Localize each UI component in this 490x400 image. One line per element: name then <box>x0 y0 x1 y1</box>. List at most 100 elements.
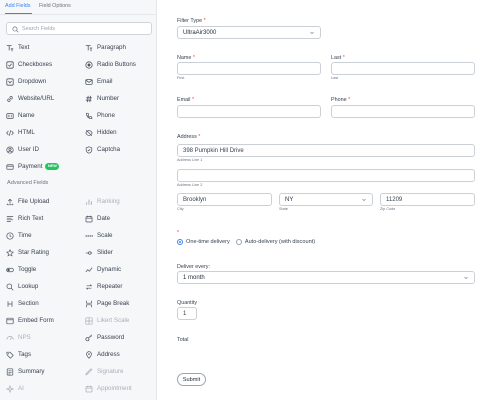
field-text[interactable]: Text <box>6 42 78 53</box>
radio-selected-indicator <box>177 239 183 245</box>
quantity-input[interactable]: 1 <box>177 307 197 320</box>
deliver-every-label: Deliver every: <box>177 264 210 270</box>
field-label: Radio Buttons <box>97 61 136 68</box>
text-icon <box>6 44 14 52</box>
field-appointment[interactable]: Appointment <box>85 383 157 394</box>
deliver-every-select[interactable]: 1 month <box>177 271 475 284</box>
field-captcha[interactable]: Captcha <box>85 144 157 155</box>
field-ranking[interactable]: Ranking <box>85 196 157 207</box>
field-tags[interactable]: Tags <box>6 349 78 360</box>
field-signature[interactable]: Signature <box>85 366 157 377</box>
city-input[interactable]: Brooklyn <box>177 193 272 206</box>
field-dropdown[interactable]: Dropdown <box>6 76 78 87</box>
radio-indicator <box>235 239 242 245</box>
radio-icon <box>85 60 93 69</box>
checkbox-icon <box>6 60 14 69</box>
field-label: Hidden <box>97 129 117 136</box>
field-embed-form[interactable]: Embed Form <box>6 315 78 326</box>
field-slider[interactable]: Slider <box>85 247 157 258</box>
nps-icon <box>6 334 14 342</box>
field-address[interactable]: Address <box>85 349 157 360</box>
filter-type-label: Filter Type * <box>177 18 206 24</box>
tab-add-fields[interactable]: Add Fields <box>5 3 30 9</box>
quantity-label: Quantity <box>177 300 198 306</box>
field-section[interactable]: Section <box>6 298 78 309</box>
field-label: Slider <box>97 249 113 256</box>
filter-type-select[interactable]: UltraAir3000 <box>177 26 321 39</box>
field-html[interactable]: HTML <box>6 127 78 138</box>
phone-icon <box>85 112 93 120</box>
field-rich-text[interactable]: Rich Text <box>6 213 78 224</box>
field-payment[interactable]: Payment NEW <box>6 161 78 172</box>
toggle-icon <box>6 266 14 274</box>
field-phone[interactable]: Phone <box>85 110 157 121</box>
field-hidden[interactable]: Hidden <box>85 127 157 138</box>
field-radio-buttons[interactable]: Radio Buttons <box>85 59 157 70</box>
field-checkboxes[interactable]: Checkboxes <box>6 59 78 70</box>
field-date[interactable]: Date <box>85 213 157 224</box>
new-badge: NEW <box>45 163 60 170</box>
address-label: Address * <box>177 134 201 140</box>
field-search <box>6 22 152 35</box>
address-line2-input[interactable] <box>177 169 475 182</box>
field-repeater[interactable]: Repeater <box>85 281 157 292</box>
field-summary[interactable]: Summary <box>6 366 78 377</box>
chevron-down-icon <box>464 276 468 279</box>
field-toggle[interactable]: Toggle <box>6 264 78 275</box>
address-line1-input[interactable]: 398 Pumpkin Hill Drive <box>177 144 475 157</box>
field-nps[interactable]: NPS <box>6 332 78 343</box>
field-lookup[interactable]: Lookup <box>6 281 78 292</box>
field-label: Rich Text <box>18 215 44 222</box>
delivery-required-mark: * <box>177 230 180 236</box>
field-label: HTML <box>18 129 35 136</box>
state-select[interactable]: NY <box>279 193 373 206</box>
ai-icon <box>6 384 14 393</box>
field-scale[interactable]: Scale <box>85 230 157 241</box>
submit-button[interactable]: Submit <box>177 373 206 386</box>
last-name-input[interactable] <box>331 62 475 75</box>
field-label: Phone <box>97 112 115 119</box>
field-label: Toggle <box>18 266 37 273</box>
clock-icon <box>6 231 14 240</box>
field-website-url[interactable]: Website/URL <box>6 93 78 104</box>
field-paragraph[interactable]: Paragraph <box>85 42 157 53</box>
field-label: Star Rating <box>18 249 49 256</box>
first-name-input[interactable] <box>177 62 321 75</box>
field-label: Website/URL <box>18 95 55 102</box>
field-number[interactable]: Number <box>85 93 157 104</box>
repeater-icon <box>85 283 93 291</box>
city-sublabel: City <box>177 207 184 211</box>
field-password[interactable]: Password <box>85 332 157 343</box>
paragraph-icon <box>85 44 93 52</box>
appointment-icon <box>85 385 93 393</box>
email-icon <box>85 78 93 86</box>
field-likert-scale[interactable]: Likert Scale <box>85 315 157 326</box>
field-page-break[interactable]: Page Break <box>85 298 157 309</box>
field-dynamic[interactable]: Dynamic <box>85 264 157 275</box>
active-tab-indicator <box>5 13 32 15</box>
radio-auto-delivery[interactable]: Auto-delivery (with discount) <box>235 239 315 245</box>
field-label: Address <box>97 351 120 358</box>
field-label: Repeater <box>97 283 123 290</box>
email-input[interactable] <box>177 105 321 118</box>
radio-one-time-delivery[interactable]: One-time delivery <box>177 239 230 245</box>
field-star-rating[interactable]: Star Rating <box>6 247 78 258</box>
search-icon <box>12 25 19 33</box>
search-input[interactable] <box>22 24 148 34</box>
field-label: Section <box>18 300 39 307</box>
field-file-upload[interactable]: File Upload <box>6 196 78 207</box>
tag-icon <box>6 351 14 359</box>
field-user-id[interactable]: User ID <box>6 144 78 155</box>
zip-input[interactable]: 11209 <box>380 193 475 206</box>
field-ai[interactable]: AI <box>6 383 78 394</box>
field-time[interactable]: Time <box>6 230 78 241</box>
field-label: Captcha <box>97 146 121 153</box>
field-email[interactable]: Email <box>85 76 157 87</box>
field-label: User ID <box>18 146 39 153</box>
phone-input[interactable] <box>331 105 475 118</box>
page-break-icon <box>85 300 93 308</box>
field-label: Email <box>97 78 113 85</box>
field-name[interactable]: Name <box>6 110 78 121</box>
dynamic-icon <box>85 266 93 274</box>
tab-field-options[interactable]: Field Options <box>39 3 71 9</box>
